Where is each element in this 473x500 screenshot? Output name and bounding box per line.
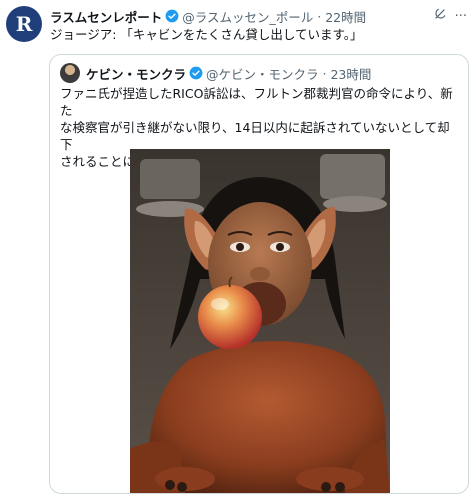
separator-dot: · [318,65,331,81]
quote-handle[interactable]: @ケビン・モンクラ [206,64,319,83]
quote-avatar[interactable] [60,63,80,83]
quote-image[interactable] [130,149,390,493]
avatar-letter: R [15,12,33,36]
quote-text-line: ファニ氏が捏造したRICO訴訟は、フルトン郡裁判官の命令により、新た [60,86,453,118]
quoted-tweet[interactable]: ケビン・モンクラ @ケビン・モンクラ · 23時間 ファニ氏が捏造したRICO訴… [49,54,469,494]
quote-image-illustration [130,149,390,493]
verified-badge-icon [165,9,179,23]
grok-icon[interactable] [433,7,447,25]
quote-text-line: な検察官が引き継がない限り、14日以内に起訴されていないとして却下 [60,120,450,152]
tweet-text: ジョージア: 「キャビンをたくさん貸し出しています。」 [50,27,363,42]
tweet-time[interactable]: 22時間 [325,7,366,26]
author-name[interactable]: ラスムセンレポート [50,7,162,26]
separator-dot: · [313,8,326,24]
tweet-header: ラスムセンレポート @ラスムッセン_ポール · 22時間 ··· [50,6,467,26]
author-handle[interactable]: @ラスムッセン_ポール [182,7,313,26]
more-icon[interactable]: ··· [455,9,467,24]
avatar[interactable]: R [6,6,42,42]
verified-badge-icon [189,66,203,80]
quote-author-name[interactable]: ケビン・モンクラ [86,64,186,83]
quote-header: ケビン・モンクラ @ケビン・モンクラ · 23時間 [60,63,371,83]
quote-time[interactable]: 23時間 [330,64,371,83]
